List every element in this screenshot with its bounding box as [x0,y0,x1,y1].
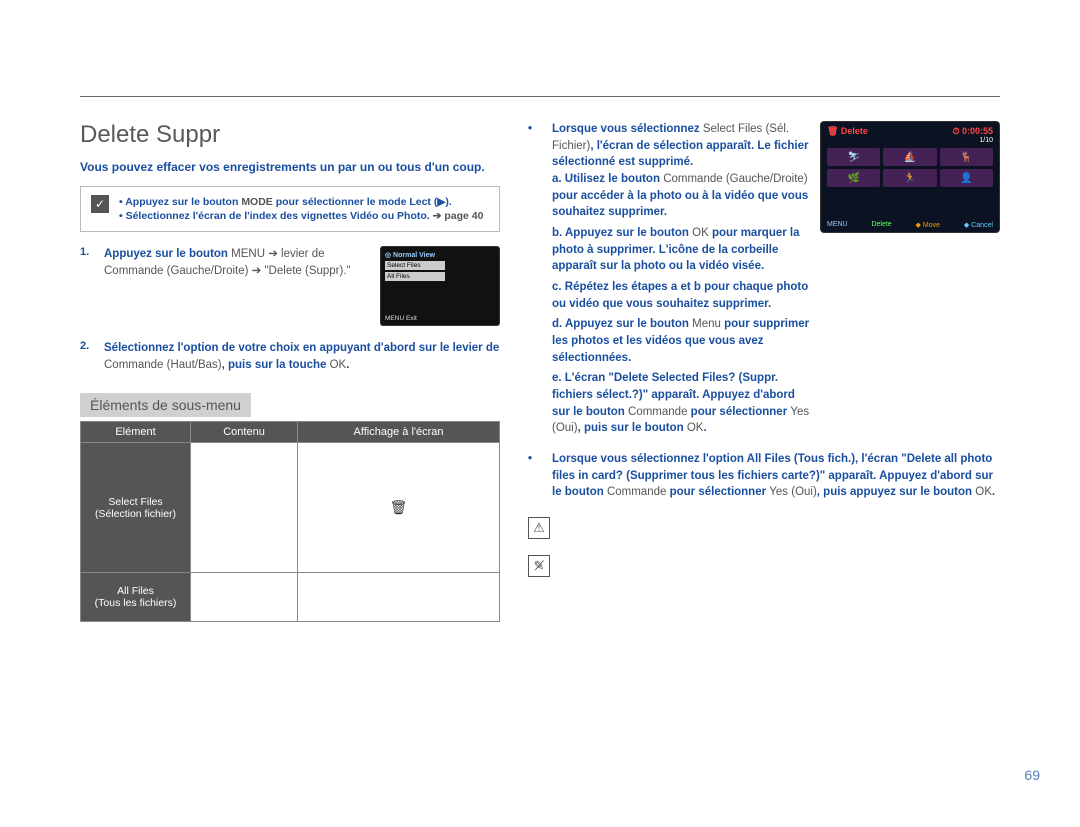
substep-b: b. Appuyez sur le bouton OK pour marquer… [552,225,810,275]
step-num: 2. [80,340,94,373]
screenshot-item: Select Files [385,261,445,270]
warning-icon: ⚠ [528,517,550,539]
thumb: 🏃 [883,169,936,187]
bullet-icon: • [528,121,542,441]
step-num: 1. [80,246,94,326]
substep-a: a. Utilisez le bouton Commande (Gauche/D… [552,171,810,221]
prereq-item: Sélectionnez l'écran de l'index des vign… [119,209,483,223]
screenshot-item: All Files [385,272,445,281]
lcd-screenshot: 🗑 Delete ⏱ 0:00:55 1/10 ⛷ ⛵ 🦌 🌿 🏃 👤 MENU… [820,121,1000,233]
warning-note: ⚠ [528,517,1000,539]
gallery-move: Move [923,222,940,229]
row-content [191,573,298,622]
substep-d: d. Appuyez sur le bouton Menu pour suppr… [552,316,810,366]
gallery-counter: 1/10 [827,137,993,144]
top-rule [80,96,1000,97]
table-row: Select Files (Sélection fichier) 🗑 [81,443,500,573]
prereq-item: Appuyez sur le bouton MODE pour sélectio… [119,195,483,209]
page-number: 69 [1024,767,1040,783]
gallery-timer: ⏱ 0:00:55 [952,126,993,136]
select-files-bullet: • Lorsque vous sélectionnez Select Files… [528,121,810,441]
substep-e: e. L'écran "Delete Selected Files? (Supp… [552,370,810,437]
step-1: 1. Appuyez sur le bouton MENU ➔ levier d… [80,246,500,326]
gallery-menu: MENU [827,221,848,229]
step-2: 2. Sélectionnez l'option de votre choix … [80,340,500,373]
table-row: All Files (Tous les fichiers) [81,573,500,622]
thumb: 🦌 [940,148,993,166]
thumb: ⛵ [883,148,936,166]
th-element: Elément [81,422,191,443]
page-title: Delete Suppr [80,121,500,149]
screenshot-footer: MENU Exit [385,315,417,322]
screenshot-header: ◎ Normal View [385,251,495,259]
row-label: All Files [87,585,184,597]
intro-text: Vous pouvez effacer vos enregistrements … [80,159,500,176]
th-display: Affichage à l'écran [298,422,500,443]
info-note: ✎̸ [528,555,1000,577]
noedit-icon: ✎̸ [528,555,550,577]
submenu-table: Elément Contenu Affichage à l'écran Sele… [80,421,500,622]
gallery-title: 🗑 Delete [827,126,868,137]
thumb: ⛷ [827,148,880,166]
row-label: Select Files [87,496,184,508]
th-content: Contenu [191,422,298,443]
row-content [191,443,298,573]
prereq-box: ✓ Appuyez sur le bouton MODE pour sélect… [80,186,500,232]
bullet-icon: • [528,451,542,501]
row-label-sub: (Tous les fichiers) [87,597,184,609]
thumb: 🌿 [827,169,880,187]
all-files-bullet: • Lorsque vous sélectionnez l'option All… [528,451,1000,501]
gallery-delete: Delete [871,221,891,229]
check-icon: ✓ [91,195,109,213]
submenu-heading: Éléments de sous-menu [80,393,251,417]
substep-c: c. Répétez les étapes a et b pour chaque… [552,279,810,312]
thumb: 👤 [940,169,993,187]
row-display [298,573,500,622]
menu-screenshot: ◎ Normal View Select Files All Files MEN… [380,246,500,326]
row-label-sub: (Sélection fichier) [87,508,184,520]
gallery-cancel: Cancel [971,222,993,229]
trash-icon: 🗑 [390,499,408,515]
